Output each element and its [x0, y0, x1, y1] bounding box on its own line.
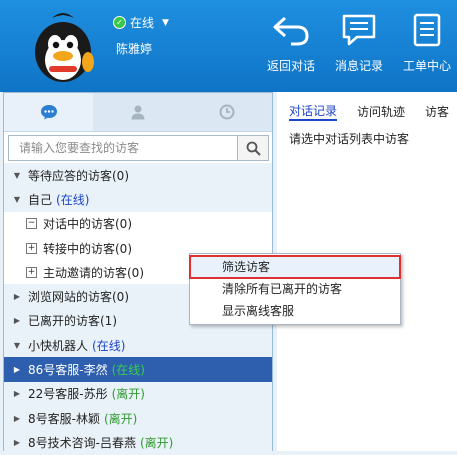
tab-visitor[interactable]: 访客: [425, 103, 449, 120]
expand-box-icon: +: [26, 242, 37, 254]
tab-history[interactable]: [183, 93, 272, 131]
expand-arrow-icon: ▶: [13, 413, 21, 423]
avatar[interactable]: [22, 6, 104, 88]
tab-chat-record[interactable]: 对话记录: [289, 102, 338, 121]
tab-visit-track[interactable]: 访问轨迹: [357, 103, 405, 120]
ticket-center-button[interactable]: 工单中心: [396, 12, 457, 82]
ticket-center-label: 工单中心: [402, 59, 451, 73]
tree-label: 8号客服-林颖: [28, 411, 100, 426]
status-badge: (在线): [56, 192, 90, 207]
expand-arrow-icon: ▶: [13, 437, 21, 447]
clock-icon: [219, 104, 235, 120]
search-button[interactable]: [237, 136, 268, 160]
expand-arrow-icon: ▼: [13, 194, 21, 204]
tree-agent-86[interactable]: ▶ 86号客服-李然 (在线): [4, 357, 272, 382]
chat-bubble-icon: [40, 105, 57, 120]
search-icon: [246, 141, 261, 156]
message-record-label: 消息记录: [334, 59, 383, 73]
tree-label: 转接中的访客(0): [43, 241, 132, 256]
detail-tabs: 对话记录 访问轨迹 访客: [277, 92, 457, 130]
status-badge: (离开): [103, 411, 138, 426]
context-menu: 筛选访客 清除所有已离开的访客 显示离线客服: [189, 253, 401, 325]
visitor-search-input[interactable]: [9, 136, 237, 160]
tree-label: 自己: [28, 192, 53, 207]
status-badge: (在线): [92, 338, 126, 353]
menu-item-clear-left-visitors[interactable]: 清除所有已离开的访客: [190, 278, 400, 300]
tree-label: 等待应答的访客(0): [28, 168, 129, 183]
chevron-down-icon: ▼: [162, 17, 169, 28]
top-toolbar: ✓ 在线 ▼ 陈雅婷 返回对话 消息记录 工单中心: [0, 0, 457, 92]
username: 陈雅婷: [116, 42, 153, 56]
expand-arrow-icon: ▼: [13, 170, 21, 180]
user-icon: [131, 105, 145, 120]
tree-label: 已离开的访客(1): [28, 314, 117, 329]
tree-agent-8[interactable]: ▶ 8号客服-林颖 (离开): [4, 405, 272, 431]
tree-label: 8号技术咨询-吕春燕: [28, 435, 136, 450]
collapse-box-icon: −: [26, 218, 37, 230]
status-badge: (离开): [139, 435, 174, 450]
ticket-center-icon: [413, 13, 441, 47]
status-label: 在线: [130, 16, 155, 30]
tab-contacts[interactable]: [93, 93, 182, 131]
message-record-icon: [342, 14, 376, 46]
tree-label: 浏览网站的访客(0): [28, 290, 129, 305]
expand-arrow-icon: ▶: [13, 365, 21, 375]
online-status-dropdown[interactable]: ✓ 在线 ▼: [113, 14, 169, 31]
expand-box-icon: +: [26, 266, 37, 278]
expand-arrow-icon: ▶: [13, 292, 21, 302]
menu-item-show-offline-agents[interactable]: 显示离线客服: [190, 300, 400, 322]
tree-item-in-chat[interactable]: − 对话中的访客(0): [4, 212, 272, 236]
return-arrow-icon: [273, 16, 309, 46]
tree-label: 主动邀请的访客(0): [43, 265, 144, 280]
tree-agent-22[interactable]: ▶ 22号客服-苏彤 (离开): [4, 381, 272, 406]
tree-group-self[interactable]: ▼ 自己 (在线): [4, 187, 272, 212]
online-check-icon: ✓: [113, 16, 126, 29]
tree-label: 对话中的访客(0): [43, 217, 132, 232]
tree-label: 22号客服-苏彤: [28, 387, 108, 402]
expand-arrow-icon: ▶: [13, 389, 21, 399]
left-panel-tabs: [4, 93, 272, 132]
expand-arrow-icon: ▼: [13, 340, 21, 350]
empty-hint: 请选中对话列表中访客: [289, 132, 410, 146]
tree-group-robot[interactable]: ▼ 小快机器人 (在线): [4, 333, 272, 358]
return-chat-label: 返回对话: [266, 59, 315, 73]
tab-chats[interactable]: [4, 93, 94, 131]
status-badge: (在线): [111, 363, 145, 378]
status-badge: (离开): [111, 387, 145, 402]
tree-group-waiting[interactable]: ▼ 等待应答的访客(0): [4, 163, 272, 188]
expand-arrow-icon: ▶: [13, 316, 21, 326]
visitor-search-box: [8, 135, 269, 161]
tree-label: 86号客服-李然: [28, 363, 108, 378]
return-chat-button[interactable]: 返回对话: [260, 12, 322, 82]
message-record-button[interactable]: 消息记录: [328, 12, 390, 82]
tree-label: 小快机器人: [28, 338, 89, 353]
menu-item-filter-visitors[interactable]: 筛选访客: [189, 255, 401, 279]
